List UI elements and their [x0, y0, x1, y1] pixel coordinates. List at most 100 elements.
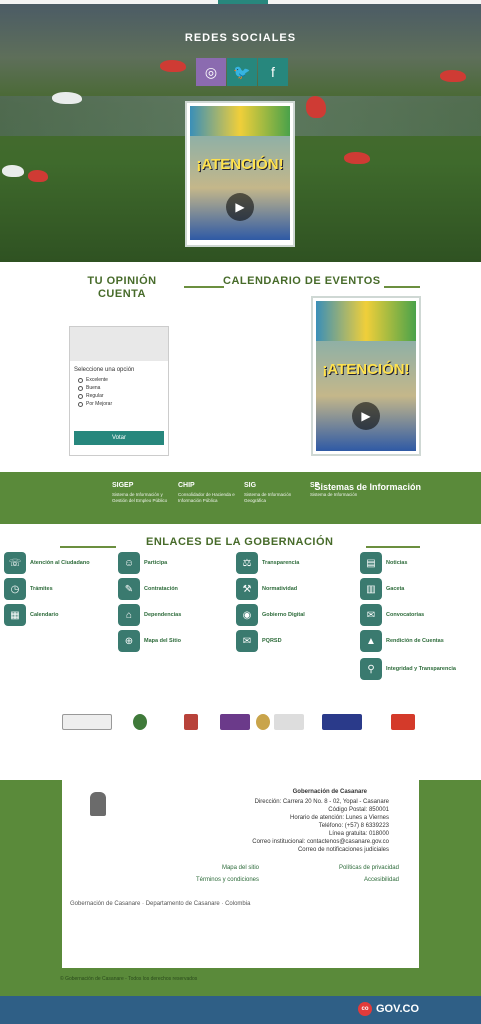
bird-image	[160, 60, 186, 72]
gov-link-label: Rendición de Cuentas	[386, 637, 444, 644]
gov-link[interactable]: ☺ Participa	[118, 552, 228, 574]
gov-link[interactable]: ✉ PQRSD	[236, 630, 346, 652]
gov-link[interactable]: ⚒ Normatividad	[236, 578, 346, 600]
opinion-poll: Seleccione una opción Excelente Buena Re…	[69, 326, 169, 456]
gov-link[interactable]: ✎ Contratación	[118, 578, 228, 600]
gov-link[interactable]: ⚖ Transparencia	[236, 552, 346, 574]
title-underline	[60, 546, 116, 548]
bird-image	[440, 70, 466, 82]
footer-line: Dirección: Carrera 20 No. 8 - 02, Yopal …	[254, 799, 389, 805]
footer-line: Correo de notificaciones judiciales	[297, 847, 389, 853]
twitter-button[interactable]: 🐦	[227, 58, 257, 86]
system-link[interactable]: SIG Sistema de Información Geográfica	[244, 482, 306, 504]
title-underline	[366, 546, 420, 548]
poll-header	[70, 327, 168, 361]
gov-co-logo[interactable]: co GOV.CO	[358, 1002, 419, 1016]
scale-icon: ⚖	[236, 552, 258, 574]
partner-logo[interactable]	[62, 714, 112, 730]
social-buttons: ◎ 🐦 f	[196, 58, 288, 86]
play-icon[interactable]: ▶	[352, 401, 380, 430]
information-systems-band: Sistemas de Información SP Sistema de In…	[0, 472, 481, 524]
document-icon: ✎	[118, 578, 140, 600]
video-frame: ¡ATENCIÓN! ▶	[190, 136, 290, 240]
gov-link[interactable]: ⚲ Integridad y Transparencia	[360, 658, 470, 680]
gov-link-label: Transparencia	[262, 559, 300, 566]
bird-image	[306, 96, 326, 118]
gov-link[interactable]: ⌂ Dependencias	[118, 604, 228, 626]
gov-link-label: Atención al Ciudadano	[30, 559, 90, 566]
video-header	[190, 106, 290, 136]
footer-contact-link[interactable]: Mapa del sitio	[222, 864, 259, 872]
gov-link-label: Noticias	[386, 559, 408, 566]
mail-icon: ✉	[236, 630, 258, 652]
title-underline	[384, 286, 420, 288]
top-bar-accent	[218, 0, 268, 4]
gov-link-label: Normatividad	[262, 585, 298, 592]
partner-logo[interactable]	[256, 714, 270, 730]
calendar-title: CALENDARIO DE EVENTOS	[223, 275, 381, 287]
footer-entity: Gobernación de Casanare	[292, 789, 367, 795]
gov-link[interactable]: ⊕ Mapa del Sitio	[118, 630, 228, 652]
people-icon: ☺	[118, 552, 140, 574]
globe-icon: ◉	[236, 604, 258, 626]
video-frame: ¡ATENCIÓN! ▶	[316, 341, 416, 451]
gov-link[interactable]: ▤ Noticias	[360, 552, 470, 574]
video-header	[316, 301, 416, 341]
play-icon[interactable]: ▶	[226, 193, 254, 222]
copyright: © Gobernación de Casanare - Todos los de…	[60, 976, 198, 982]
opinion-title: TU OPINIÓN CUENTA	[87, 275, 157, 300]
system-link[interactable]: SIGEP Sistema de Información y Gestión d…	[112, 482, 174, 504]
bird-image	[28, 170, 48, 182]
calendar-icon: ▦	[4, 604, 26, 626]
video-title: ¡ATENCIÓN!	[322, 361, 410, 378]
footer-line: Horario de atención: Lunes a Viernes	[290, 815, 389, 821]
social-title: REDES SOCIALES	[184, 32, 297, 44]
poll-option[interactable]: Regular	[70, 392, 168, 400]
hero-social-section: REDES SOCIALES ◎ 🐦 f ¡ATENCIÓN! ▶	[0, 0, 481, 262]
vote-button[interactable]: Votar	[74, 431, 164, 445]
links-title: ENLACES DE LA GOBERNACIÓN	[146, 536, 334, 548]
calendar-video-embed[interactable]: ¡ATENCIÓN! ▶	[311, 296, 421, 456]
title-underline	[184, 286, 224, 288]
gov-link-label: Mapa del Sitio	[144, 637, 181, 644]
partner-logo[interactable]	[274, 714, 304, 730]
gov-link[interactable]: ◉ Gobierno Digital	[236, 604, 346, 626]
colombia-icon: co	[358, 1002, 372, 1016]
megaphone-icon: ✉	[360, 604, 382, 626]
partner-logo[interactable]	[322, 714, 362, 730]
partner-logo[interactable]	[391, 714, 415, 730]
footer-line: Correo institucional: contactenos@casana…	[252, 839, 389, 845]
instagram-icon: ◎	[204, 63, 218, 80]
footer-contact-link[interactable]: Políticas de privacidad	[339, 864, 399, 872]
search-icon: ⚲	[360, 658, 382, 680]
video-title: ¡ATENCIÓN!	[196, 156, 284, 173]
facebook-button[interactable]: f	[258, 58, 288, 86]
newspaper-icon: ▤	[360, 552, 382, 574]
gov-link-label: Contratación	[144, 585, 178, 592]
instagram-button[interactable]: ◎	[196, 58, 226, 86]
footer-contact-link[interactable]: Accesibilidad	[364, 876, 399, 884]
gov-link[interactable]: ◷ Trámites	[4, 578, 114, 600]
gov-link[interactable]: ☏ Atención al Ciudadano	[4, 552, 114, 574]
footer-line: Código Postal: 850001	[328, 807, 389, 813]
social-video-embed[interactable]: ¡ATENCIÓN! ▶	[185, 101, 295, 247]
gov-link[interactable]: ▲ Rendición de Cuentas	[360, 630, 470, 652]
footer-contact-link[interactable]: Términos y condiciones	[196, 876, 259, 884]
bird-image	[2, 165, 24, 177]
gov-link-label: Participa	[144, 559, 168, 566]
poll-option[interactable]: Buena	[70, 384, 168, 392]
partner-logo[interactable]	[133, 714, 147, 730]
footer-line: Línea gratuita: 018000	[328, 831, 389, 837]
gov-link[interactable]: ▥ Gaceta	[360, 578, 470, 600]
poll-option[interactable]: Excelente	[70, 376, 168, 384]
partner-logo[interactable]	[184, 714, 198, 730]
gov-link[interactable]: ▦ Calendario	[4, 604, 114, 626]
partner-logo[interactable]	[220, 714, 250, 730]
system-link[interactable]: CHIP Consolidador de Hacienda e Informac…	[178, 482, 240, 504]
poll-option[interactable]: Por Mejorar	[70, 400, 168, 408]
system-link[interactable]: SP Sistema de Información	[310, 482, 372, 498]
gov-link[interactable]: ✉ Convocatorias	[360, 604, 470, 626]
book-icon: ▥	[360, 578, 382, 600]
footer-line: Teléfono: (+57) 8 6339223	[318, 823, 389, 829]
footer-card: Gobernación de Casanare Dirección: Carre…	[62, 780, 419, 968]
